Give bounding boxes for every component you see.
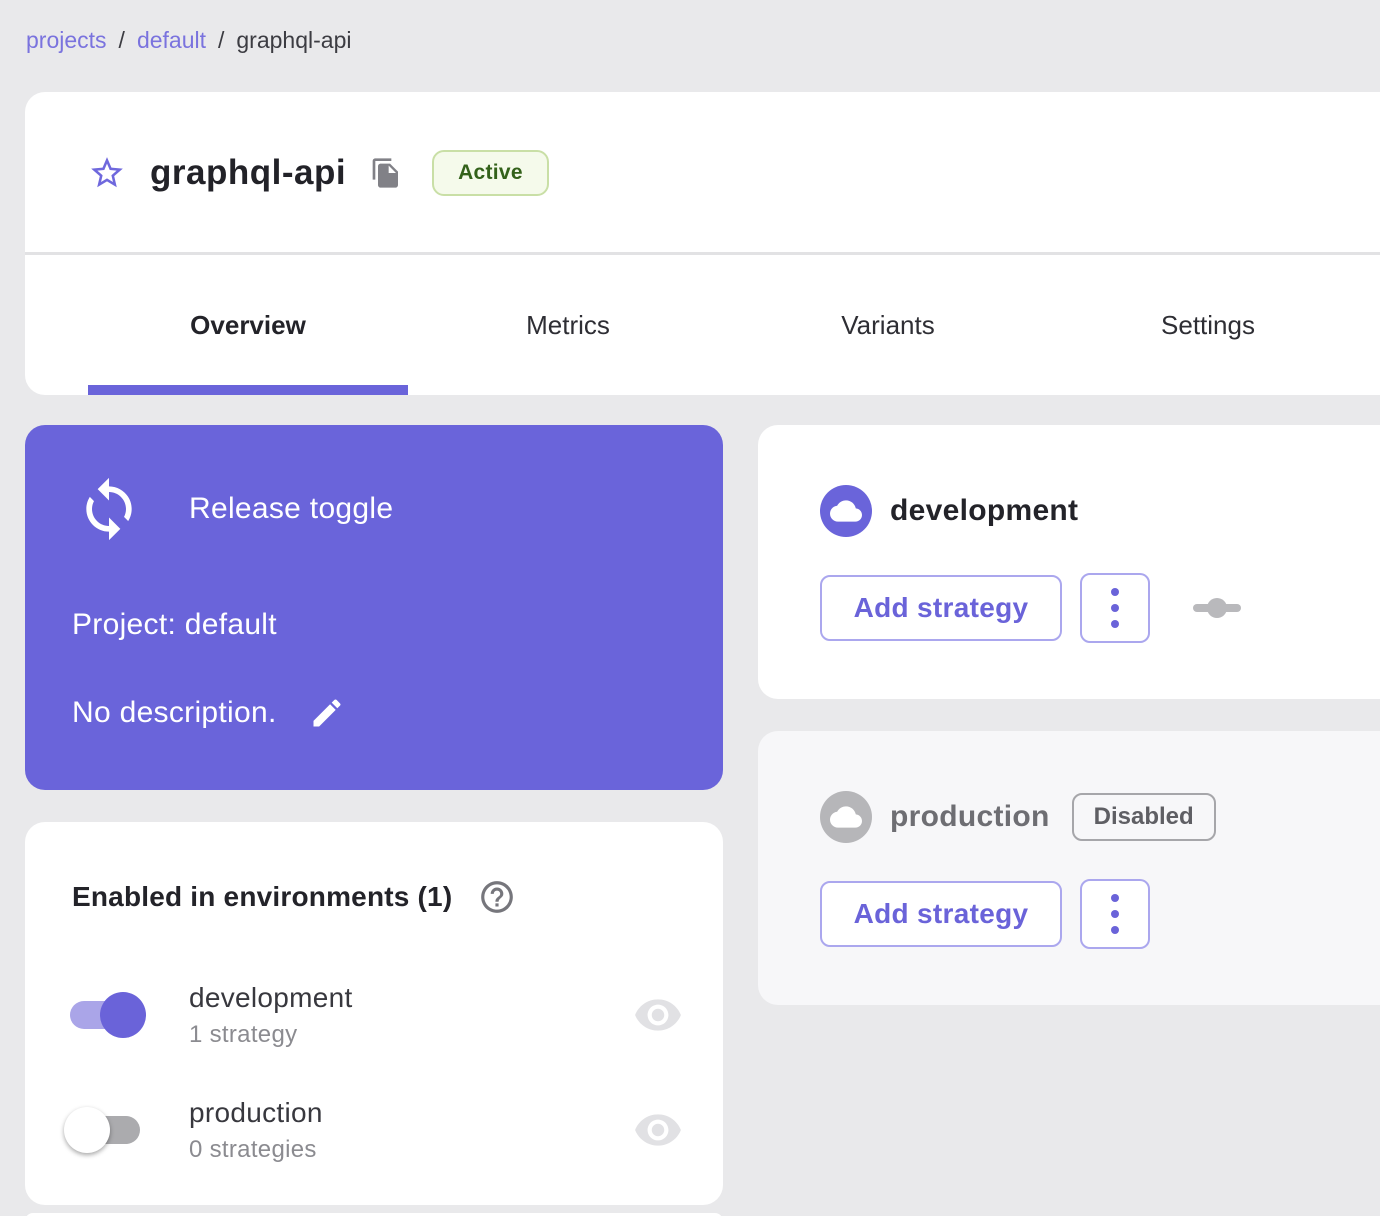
strategy-count: 1 strategy [189,1020,298,1048]
environment-actions: Add strategy [820,879,1150,949]
enabled-environments-panel: Enabled in environments (1) development … [25,822,723,1205]
strategy-count: 0 strategies [189,1135,317,1163]
kebab-menu-icon[interactable] [1080,573,1150,643]
environment-name: development [890,494,1079,527]
production-toggle[interactable] [64,1107,140,1153]
eye-icon[interactable] [633,1105,683,1155]
disabled-badge: Disabled [1071,793,1216,841]
active-tab-indicator [88,385,408,395]
release-toggle-card: Release toggle Project: default No descr… [25,425,723,790]
status-badge: Active [432,149,549,196]
environment-name: production [189,1096,323,1128]
environment-card-development: development Add strategy [758,425,1380,699]
environment-header: development [820,485,1078,537]
tab-settings-label: Settings [1161,309,1255,340]
toggle-knob [100,992,146,1038]
copy-icon[interactable] [370,157,402,189]
environment-actions: Add strategy [820,573,1242,643]
environment-card-production: production Disabled Add strategy [758,731,1380,1005]
tab-metrics-label: Metrics [526,309,610,340]
project-label: Project: default [72,608,277,641]
strategy-slider-icon [1192,593,1242,623]
kebab-menu-icon[interactable] [1080,879,1150,949]
breadcrumb-separator: / [218,27,225,53]
cloud-icon [820,485,872,537]
panel-title-row: Enabled in environments (1) [72,878,516,916]
favorite-star-icon[interactable] [88,154,126,192]
tab-overview-label: Overview [190,309,306,340]
toggle-type-label: Release toggle [189,492,394,525]
release-loop-icon [75,475,143,543]
tab-settings[interactable]: Settings [1048,255,1368,395]
description-row: No description. [72,695,345,731]
add-strategy-button[interactable]: Add strategy [820,881,1062,947]
panel-title: Enabled in environments (1) [72,881,453,912]
tab-metrics[interactable]: Metrics [408,255,728,395]
feature-header-card: graphql-api Active Overview Metrics Vari… [25,92,1380,395]
release-toggle-header: Release toggle [75,475,393,543]
environment-toggle-row-production: production 0 strategies [64,1085,683,1175]
breadcrumb-current: graphql-api [236,27,352,53]
environment-header: production Disabled [820,791,1216,843]
eye-icon[interactable] [633,990,683,1040]
environment-name: production [890,800,1050,833]
add-strategy-button[interactable]: Add strategy [820,575,1062,641]
help-icon[interactable] [478,878,516,916]
environment-name: development [189,981,353,1013]
toggle-labels: production 0 strategies [189,1097,323,1164]
page-title: graphql-api [150,152,347,192]
breadcrumb-default[interactable]: default [137,27,206,54]
cloud-icon [820,791,872,843]
breadcrumb-separator: / [118,27,125,53]
toggle-labels: development 1 strategy [189,982,353,1049]
tab-variants[interactable]: Variants [728,255,1048,395]
environment-toggle-row-development: development 1 strategy [70,970,683,1060]
toggle-knob [64,1107,110,1153]
edit-pencil-icon[interactable] [309,695,345,731]
tab-bar: Overview Metrics Variants Settings [88,255,1380,395]
breadcrumb: projects / default / graphql-api [26,27,351,54]
breadcrumb-projects[interactable]: projects [26,27,107,54]
tab-variants-label: Variants [841,309,935,340]
development-toggle[interactable] [70,992,146,1038]
tab-overview[interactable]: Overview [88,255,408,395]
description-text: No description. [72,696,277,729]
feature-title-row: graphql-api Active [88,92,1380,253]
